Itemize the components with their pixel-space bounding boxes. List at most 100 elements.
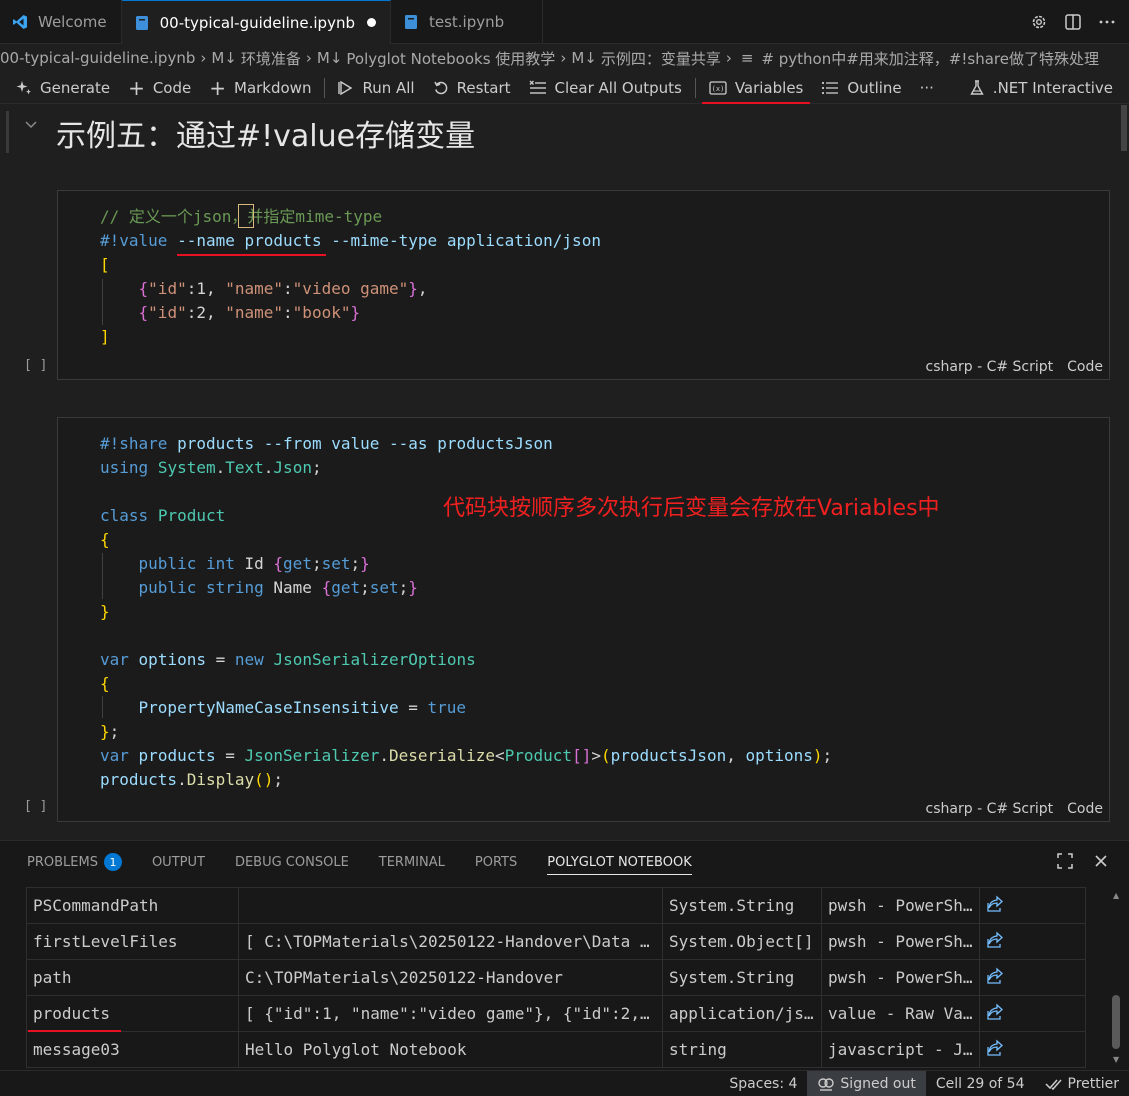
clear-all-outputs-label: Clear All Outputs [554, 78, 682, 97]
tab-ports[interactable]: PORTS [460, 841, 532, 883]
breadcrumb-section[interactable]: Polyglot Notebooks 使用教学 [346, 48, 555, 69]
outline-button[interactable]: Outline [812, 72, 910, 104]
panel-scrollbar[interactable]: ▲ ▼ [1111, 891, 1121, 1064]
code-token: set [369, 578, 399, 597]
markdown-icon: M↓ [571, 49, 597, 67]
cell-type-label[interactable]: Code [1067, 359, 1103, 375]
red-underline-annotation [177, 254, 326, 256]
scrollbar-thumb[interactable] [1112, 995, 1120, 1049]
code-cell[interactable]: #!share products --from value --as produ… [57, 417, 1110, 822]
kernel-label: .NET Interactive [992, 78, 1113, 97]
code-token: :1, [186, 279, 226, 298]
editor-scrollbar[interactable] [1121, 105, 1127, 151]
add-code-cell-button[interactable]: + Code [119, 72, 200, 104]
more-icon: ··· [919, 78, 934, 97]
tab-welcome[interactable]: Welcome [0, 0, 122, 44]
variable-type: System.String [662, 887, 822, 924]
kernel-picker-button[interactable]: .NET Interactive [960, 72, 1129, 104]
restart-icon [433, 80, 449, 96]
cell-type-label[interactable]: Code [1067, 801, 1103, 817]
cell-language-label[interactable]: csharp - C# Script [926, 801, 1054, 817]
more-toolbar-actions-button[interactable]: ··· [911, 72, 943, 104]
code-token: [ [100, 255, 110, 274]
tab-problems[interactable]: PROBLEMS 1 [0, 841, 137, 883]
markdown-heading[interactable]: 示例五：通过#!value存储变量 [56, 111, 475, 155]
code-token: ; [822, 746, 833, 765]
plus-icon: + [128, 75, 145, 100]
restart-button[interactable]: Restart [424, 72, 520, 104]
variable-row[interactable]: message03 Hello Polyglot Notebook string ja… [26, 1031, 1086, 1068]
tab-polyglot-notebook[interactable]: POLYGLOT NOTEBOOK [532, 841, 706, 883]
prettier-label: Prettier [1067, 1075, 1120, 1092]
indentation-status[interactable]: Spaces: 4 [719, 1071, 807, 1096]
code-token: set [321, 554, 351, 573]
code-line: }; [100, 720, 832, 744]
breadcrumb-file[interactable]: 00-typical-guideline.ipynb [0, 49, 195, 67]
variable-value [238, 887, 663, 924]
code-cell[interactable]: // 定义一个json，并指定mime-type #!value --name p… [57, 190, 1110, 380]
code-token: , [726, 746, 746, 765]
unsaved-dot-icon[interactable] [366, 18, 376, 27]
share-icon[interactable] [986, 1039, 1004, 1057]
variable-name: products [26, 995, 239, 1032]
split-editor-icon[interactable] [1063, 12, 1083, 32]
code-editor[interactable]: // 定义一个json，并指定mime-type #!value --name p… [100, 205, 601, 349]
variable-row[interactable]: products[ {"id":1, "name":"video game"},… [26, 995, 1086, 1032]
code-token: = [215, 746, 245, 765]
close-icon[interactable] [1091, 851, 1111, 871]
breadcrumb-section[interactable]: 示例四：变量共享 [601, 48, 721, 69]
code-editor[interactable]: #!share products --from value --as produ… [100, 432, 832, 792]
tab-00-typical-guideline[interactable]: 00-typical-guideline.ipynb [121, 0, 391, 44]
share-icon[interactable] [986, 967, 1004, 985]
code-token: : [283, 279, 293, 298]
code-token: } [360, 554, 370, 573]
scroll-up-icon[interactable]: ▲ [1113, 891, 1119, 900]
variable-row[interactable]: PSCommandPath System.String pwsh - PowerSh… [26, 887, 1086, 924]
breadcrumb-section[interactable]: 环境准备 [241, 48, 301, 69]
add-markdown-cell-button[interactable]: + Markdown [200, 72, 320, 104]
problems-count-badge: 1 [103, 853, 122, 871]
breadcrumb-section[interactable]: # python中#用来加注释，#!share做了特殊处理 [761, 48, 1099, 69]
code-token: > [591, 746, 601, 765]
sparkle-icon [16, 80, 32, 96]
code-token: : [283, 303, 293, 322]
cell-focus-bar [6, 111, 9, 153]
code-token: "id" [148, 303, 187, 322]
prettier-status[interactable]: Prettier [1035, 1071, 1129, 1096]
scroll-down-icon[interactable]: ▼ [1113, 1055, 1119, 1064]
variable-value: Hello Polyglot Notebook [238, 1031, 663, 1068]
gear-icon[interactable] [1029, 12, 1049, 32]
variable-row[interactable]: firstLevelFiles[ C:\TOPMaterials\2025012… [26, 923, 1086, 960]
code-line: } [100, 600, 832, 624]
run-all-button[interactable]: Run All [329, 72, 423, 104]
cell-language-label[interactable]: csharp - C# Script [926, 359, 1054, 375]
variables-button[interactable]: (x) Variables [700, 72, 813, 104]
double-check-icon [1044, 1077, 1063, 1091]
tab-terminal[interactable]: TERMINAL [364, 841, 460, 883]
code-token: ; [311, 458, 322, 477]
code-token: = [398, 698, 428, 717]
tab-test[interactable]: test.ipynb [391, 0, 544, 44]
code-token: } [408, 279, 418, 298]
tab-output[interactable]: OUTPUT [137, 841, 220, 883]
code-token: "video game" [292, 279, 409, 298]
code-token: productsJson [437, 434, 553, 453]
clear-all-outputs-button[interactable]: Clear All Outputs [520, 72, 691, 104]
variable-row[interactable]: path C:\TOPMaterials\20250122-Handover Sys… [26, 959, 1086, 996]
more-actions-icon[interactable] [1097, 12, 1117, 32]
share-icon[interactable] [986, 895, 1004, 913]
maximize-panel-icon[interactable] [1055, 851, 1075, 871]
variable-type: System.String [662, 959, 822, 996]
generate-button[interactable]: Generate [0, 72, 119, 104]
code-line: var products = JsonSerializer.Deserializ… [100, 744, 832, 768]
share-icon[interactable] [986, 1003, 1004, 1021]
variable-kernel: pwsh - PowerSh… [821, 959, 980, 996]
account-status[interactable]: Signed out [807, 1070, 926, 1096]
chevron-down-icon[interactable] [24, 117, 38, 135]
share-icon[interactable] [986, 931, 1004, 949]
cell-position-status[interactable]: Cell 29 of 54 [926, 1071, 1035, 1096]
share-cell [979, 959, 1086, 996]
tab-debug-console[interactable]: DEBUG CONSOLE [220, 841, 364, 883]
